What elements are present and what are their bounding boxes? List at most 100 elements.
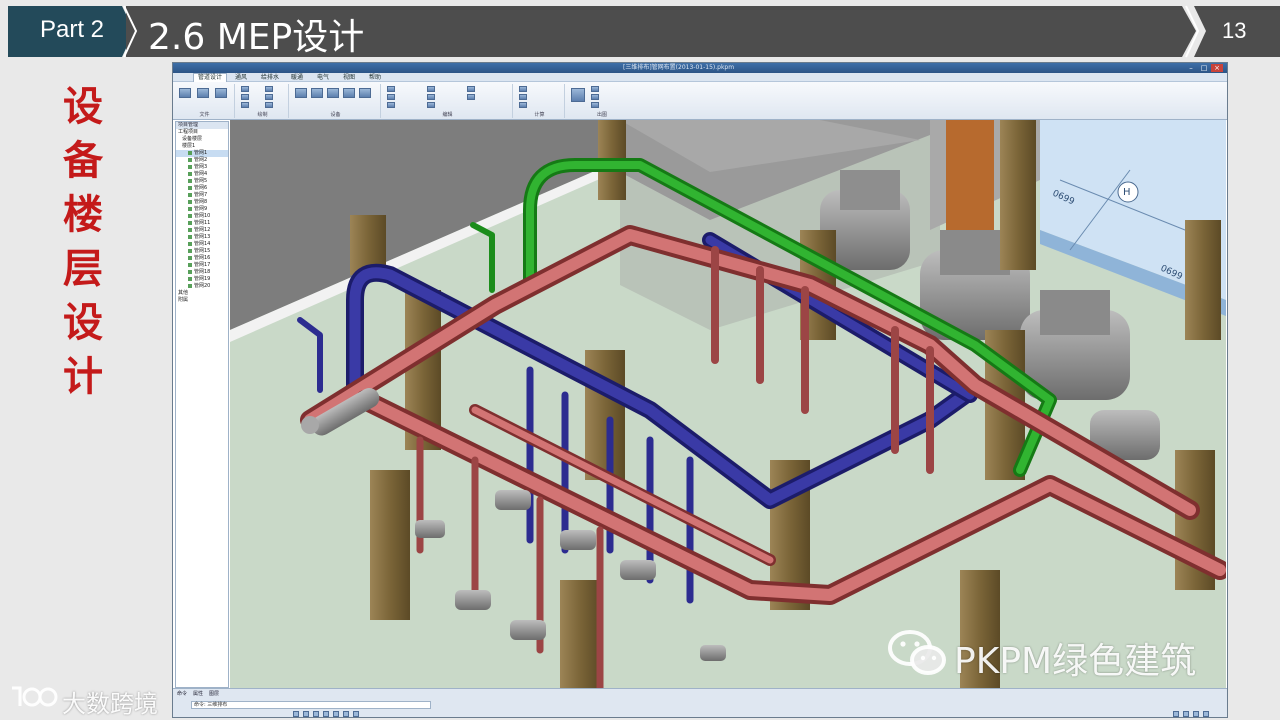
tree-header: 项目管理	[176, 122, 228, 129]
tree-item[interactable]: 楼层1	[176, 143, 228, 150]
tree-item[interactable]: 管网15	[176, 248, 228, 255]
3d-viewport[interactable]: 0699 0699 H	[230, 120, 1226, 688]
layer-icon	[188, 192, 192, 197]
view-icon[interactable]	[1193, 711, 1199, 717]
tree-item[interactable]: 工程项目	[176, 129, 228, 136]
command-line[interactable]: 命令: 三维排布	[191, 701, 431, 709]
edit-icon[interactable]	[427, 94, 435, 100]
tab-ventilation[interactable]: 通风	[231, 74, 251, 82]
tree-item[interactable]: 管网10	[176, 213, 228, 220]
tree-item-label: 管网6	[194, 185, 208, 191]
tree-item[interactable]: 管网14	[176, 241, 228, 248]
tree-item[interactable]: 管网7	[176, 192, 228, 199]
view-icon[interactable]	[1183, 711, 1189, 717]
tree-item-label: 管网5	[194, 178, 208, 184]
tree-item[interactable]: 管网9	[176, 206, 228, 213]
tree-item[interactable]: 管网12	[176, 227, 228, 234]
ribbon-group-label: 文件	[199, 112, 210, 118]
edit-icon[interactable]	[387, 102, 395, 108]
tree-item[interactable]: 管网6	[176, 185, 228, 192]
close-icon[interactable]: ×	[1211, 64, 1223, 72]
ribbon: 文件 绘制 设备 编辑 计算 出图	[173, 82, 1227, 120]
edit-icon[interactable]	[467, 94, 475, 100]
model-icon[interactable]	[353, 711, 359, 717]
fan-icon[interactable]	[359, 88, 371, 98]
calc-icon[interactable]	[519, 86, 527, 92]
tab-electrical[interactable]: 电气	[313, 74, 333, 82]
tree-item[interactable]: 管网2	[176, 157, 228, 164]
output-icon[interactable]	[591, 94, 599, 100]
layer-icon	[188, 234, 192, 239]
status-tab-props[interactable]: 属性	[193, 691, 203, 698]
line-icon[interactable]	[241, 86, 249, 92]
chiller-icon[interactable]	[327, 88, 339, 98]
calc-icon[interactable]	[519, 102, 527, 108]
tree-item[interactable]: 管网11	[176, 220, 228, 227]
side-title: 设备楼层设计	[63, 84, 103, 400]
grid-icon[interactable]	[303, 711, 309, 717]
tab-help[interactable]: 帮助	[365, 74, 385, 82]
tree-item[interactable]: 附属	[176, 297, 228, 304]
pump-icon[interactable]	[295, 88, 307, 98]
polar-icon[interactable]	[333, 711, 339, 717]
snap-icon[interactable]	[293, 711, 299, 717]
tree-item[interactable]: 其他	[176, 290, 228, 297]
move-icon[interactable]	[265, 86, 273, 92]
edit-icon[interactable]	[387, 86, 395, 92]
tree-item[interactable]: 设备楼层	[176, 136, 228, 143]
calc-icon[interactable]	[519, 94, 527, 100]
tree-item[interactable]: 管网13	[176, 234, 228, 241]
output-icon[interactable]	[591, 102, 599, 108]
print-icon[interactable]	[215, 88, 227, 98]
ribbon-group-label: 出图	[596, 112, 607, 118]
tree-item[interactable]: 管网17	[176, 262, 228, 269]
rotate-icon[interactable]	[265, 102, 273, 108]
tree-list: 工程项目 设备楼层 楼层1 管网1 管网2 管网3 管网4 管网5 管网6 管网7 管网8 管网9 管网…	[176, 129, 228, 304]
edit-icon[interactable]	[467, 86, 475, 92]
valve-icon[interactable]	[311, 88, 323, 98]
edit-icon[interactable]	[427, 86, 435, 92]
tree-item[interactable]: 管网18	[176, 269, 228, 276]
tree-item[interactable]: 管网8	[176, 199, 228, 206]
tree-item-label: 管网7	[194, 192, 208, 198]
status-tab-command[interactable]: 命令	[177, 691, 187, 698]
maximize-icon[interactable]: □	[1198, 64, 1210, 72]
new-file-icon[interactable]	[179, 88, 191, 98]
tree-item[interactable]: 管网3	[176, 164, 228, 171]
mep-model-render: 0699 0699 H	[230, 120, 1226, 688]
tree-item-label: 管网17	[194, 262, 211, 268]
layer-icon	[188, 269, 192, 274]
minimize-icon[interactable]: –	[1185, 64, 1197, 72]
edit-icon[interactable]	[387, 94, 395, 100]
view-icon[interactable]	[1203, 711, 1209, 717]
tree-item-label: 管网10	[194, 213, 211, 219]
output-icon[interactable]	[571, 88, 585, 102]
tree-item[interactable]: 管网1	[176, 150, 228, 157]
ribbon-group-label: 设备	[330, 112, 341, 118]
ortho-icon[interactable]	[313, 711, 319, 717]
lineweight-icon[interactable]	[343, 711, 349, 717]
tree-item-label: 管网15	[194, 248, 211, 254]
tree-item-label: 管网20	[194, 283, 211, 289]
tree-item[interactable]: 管网4	[176, 171, 228, 178]
view-icon[interactable]	[1173, 711, 1179, 717]
copy-icon[interactable]	[265, 94, 273, 100]
edit-icon[interactable]	[427, 102, 435, 108]
osnap-icon[interactable]	[323, 711, 329, 717]
tab-plumbing[interactable]: 给排水	[257, 74, 283, 82]
tree-item[interactable]: 管网20	[176, 283, 228, 290]
status-tab-layers[interactable]: 图层	[209, 691, 219, 698]
rect-icon[interactable]	[241, 102, 249, 108]
tank-icon[interactable]	[343, 88, 355, 98]
save-icon[interactable]	[197, 88, 209, 98]
arc-icon[interactable]	[241, 94, 249, 100]
tree-item[interactable]: 管网16	[176, 255, 228, 262]
tab-view[interactable]: 视图	[339, 74, 359, 82]
tree-item[interactable]: 管网19	[176, 276, 228, 283]
tree-item-label: 管网4	[194, 171, 208, 177]
tab-pipe-design[interactable]: 管道设计	[193, 73, 228, 82]
layer-icon	[188, 206, 192, 211]
tab-hvac[interactable]: 暖通	[287, 74, 307, 82]
tree-item[interactable]: 管网5	[176, 178, 228, 185]
output-icon[interactable]	[591, 86, 599, 92]
